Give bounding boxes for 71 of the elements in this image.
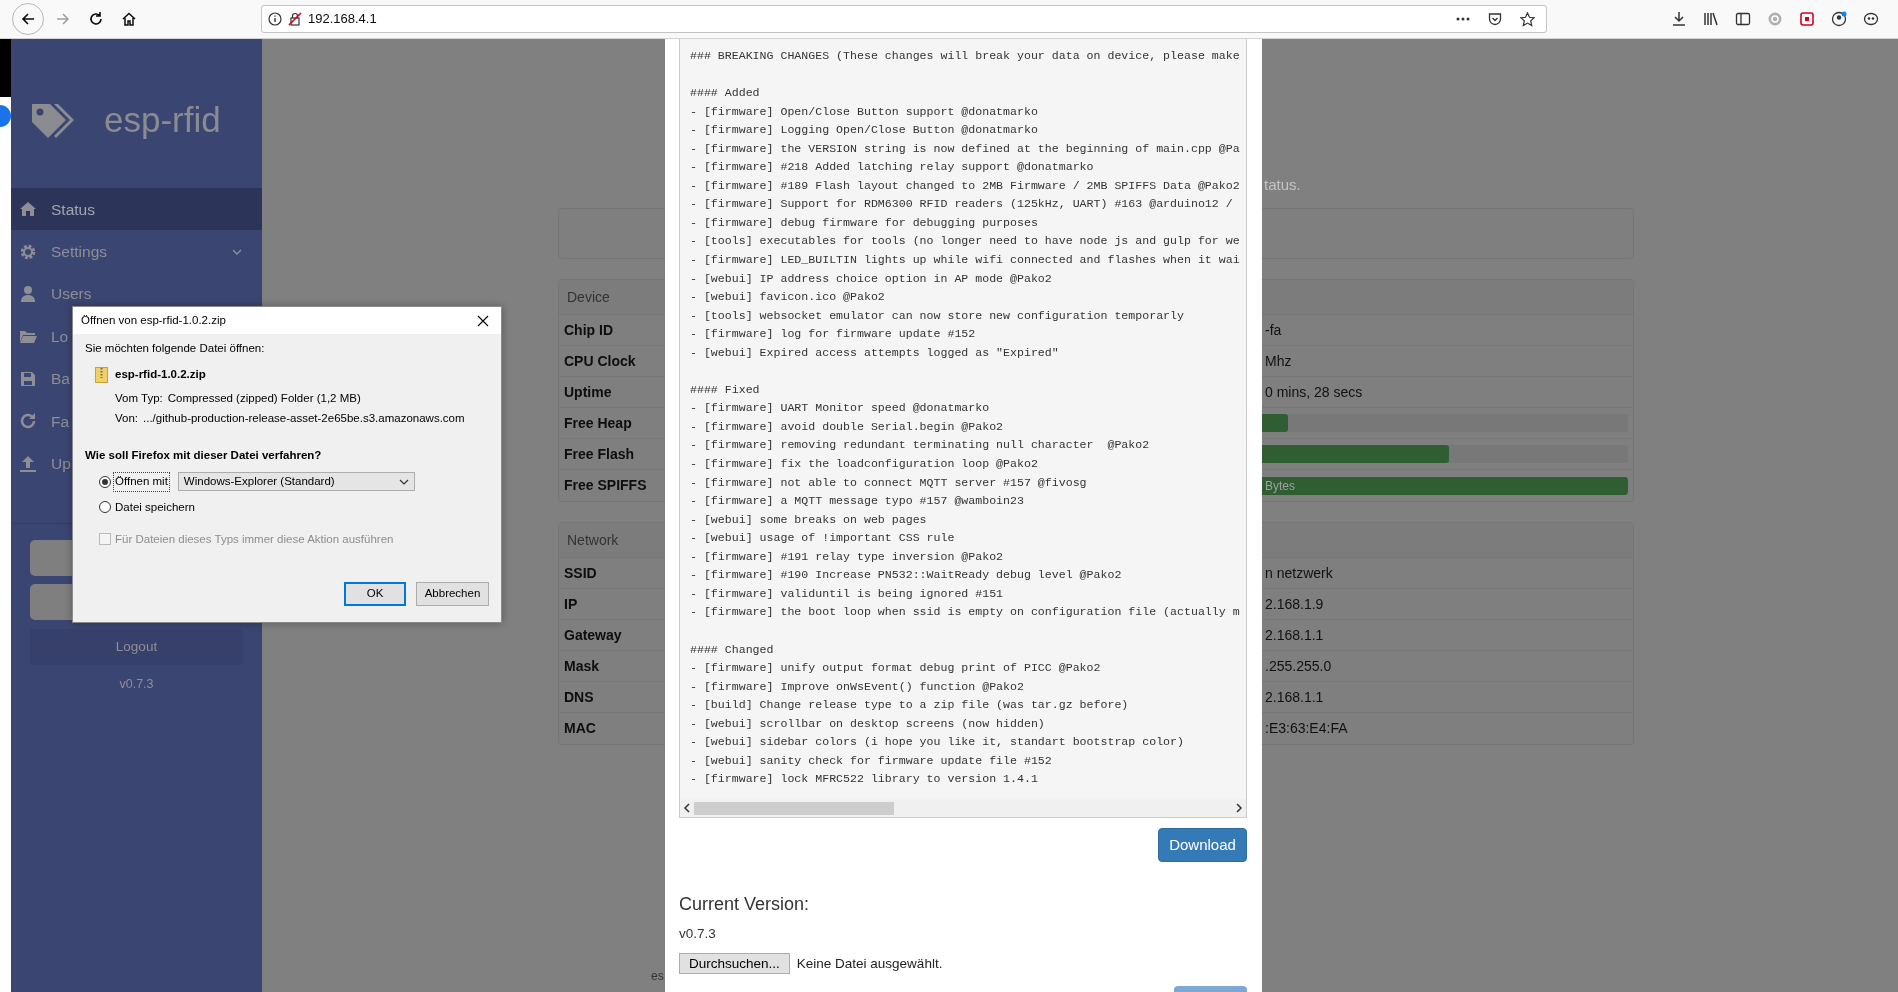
changelog-line: - [firmware] validuntil is being ignored #151: [690, 585, 1005, 602]
changelog-line: ### BREAKING CHANGES (These changes will break your data on device, please make: [690, 48, 1241, 64]
changelog-line: - [firmware] Improve onWsEvent() function @Pako2: [690, 678, 1025, 695]
changelog-line: - [webui] sidebar colors (i hope you like it, standart bootstrap color): [690, 734, 1185, 751]
row-label: CPU Clock: [563, 351, 637, 371]
row-label: Chip ID: [563, 320, 614, 340]
changelog-line: - [firmware] the VERSION string is now defined at the beginning of main.cpp @Pa: [690, 140, 1241, 157]
row-label: Gateway: [563, 625, 623, 645]
changelog-line: - [tools] executables for tools (no longer need to have node js and gulp for we: [690, 233, 1241, 250]
row-value: Mhz: [1265, 351, 1292, 371]
changelog-line: - [firmware] #189 Flash layout changed to 2MB Firmware / 2MB SPIFFS Data @Pako2: [690, 177, 1241, 194]
file-name: esp-rfid-1.0.2.zip: [115, 367, 206, 383]
changelog-line: - [webui] Expired access attempts logged as "Expired": [690, 344, 1060, 361]
version-text: v0.7.3: [118, 675, 155, 693]
field-label: Von:: [115, 410, 139, 426]
row-value: n netzwerk: [1265, 563, 1333, 583]
changelog-line: - [firmware] LED_BUILTIN lights up while wifi connected and flashes when it wai: [690, 252, 1241, 268]
changelog-line: - [webui] usage of !important CSS rule: [690, 530, 956, 547]
file-status-text: Keine Datei ausgewählt.: [796, 954, 943, 973]
row-label: IP: [563, 594, 579, 614]
dialog-title: Öffnen von esp-rfid-1.0.2.zip: [81, 312, 227, 328]
row-label: Free Flash: [563, 444, 636, 464]
changelog-line: - [firmware] not able to connect MQTT server #157 @fivosg: [690, 474, 1088, 491]
dialog-text: Sie möchten folgende Datei öffnen:: [85, 341, 266, 356]
changelog-heading: #### Changed: [690, 641, 775, 658]
row-value: 2.168.1.1: [1265, 625, 1324, 645]
changelog-line: - [build] Change release type to a zip file (was tar.gz before): [690, 697, 1130, 714]
subtitle-text: tatus.: [1264, 175, 1301, 195]
dialog-question: Wie soll Firefox mit dieser Datei verfahren?: [85, 448, 323, 463]
progress-label: Bytes: [1265, 477, 1295, 495]
field-label: Vom Typ:: [115, 390, 163, 406]
file-source: .../github-production-release-asset-2e65be.s3.amazonaws.com: [143, 410, 465, 426]
changelog-line: - [firmware] UART Monitor speed @donatmarko: [690, 400, 991, 417]
brand-name: esp-rfid: [104, 99, 221, 142]
changelog-line: - [firmware] log for firmware update #152: [690, 326, 977, 343]
changelog-line: - [firmware] debug firmware for debugging purposes: [690, 214, 1039, 231]
changelog-line: - [firmware] fix the loadconfiguration loop @Pako2: [690, 456, 1039, 473]
changelog-line: - [firmware] removing redundant terminating null character @Pako2: [690, 437, 1151, 454]
footer-text: es: [651, 968, 664, 985]
changelog-line: - [firmware] the boot loop when ssid is empty on configuration file (actually m: [690, 604, 1241, 621]
url-text: 192.168.4.1: [308, 10, 378, 29]
row-value: .255.255.0: [1265, 656, 1332, 676]
row-value: 0 mins, 28 secs: [1265, 382, 1363, 402]
changelog-line: - [webui] scrollbar on desktop screens (now hidden): [690, 715, 1046, 732]
changelog-line: - [firmware] #190 Increase PN532::WaitReady debug level @Pako2: [690, 567, 1123, 584]
changelog-line: - [firmware] Support for RDM6300 RFID readers (125kHz, UART) #163 @arduino12 /: [690, 196, 1234, 213]
changelog-line: - [firmware] lock MFRC522 library to version 1.4.1: [690, 771, 1039, 788]
row-label: Uptime: [563, 382, 613, 402]
changelog-line: - [firmware] a MQTT message typo #157 @wamboin23: [690, 493, 1025, 510]
changelog-line: - [firmware] Logging Open/Close Button @donatmarko: [690, 122, 1039, 139]
row-label: Free SPIFFS: [563, 476, 648, 495]
row-label: DNS: [563, 687, 595, 707]
row-value: :E3:63:E4:FA: [1265, 719, 1348, 738]
row-label: Mask: [563, 656, 601, 676]
changelog-line: - [firmware] unify output format debug print of PICC @Pako2: [690, 660, 1102, 677]
changelog-heading: #### Fixed: [690, 381, 761, 398]
file-type: Compressed (zipped) Folder (1,2 MB): [167, 390, 361, 406]
changelog-line: - [firmware] avoid double Serial.begin @Pako2: [690, 418, 1005, 435]
changelog-heading: #### Added: [690, 85, 761, 102]
row-value: 2.168.1.9: [1265, 594, 1324, 614]
row-value: 2.168.1.1: [1265, 687, 1324, 707]
changelog-line: - [firmware] #218 Added latching relay support @donatmarko: [690, 159, 1095, 176]
section-heading: Current Version:: [679, 893, 811, 915]
changelog-line: - [firmware] Open/Close Button support @donatmarko: [690, 103, 1039, 120]
row-label: MAC: [563, 719, 597, 738]
row-label: Free Heap: [563, 413, 633, 433]
version-text: v0.7.3: [679, 925, 717, 943]
changelog-line: - [webui] sanity check for firmware update file #152: [690, 752, 1053, 769]
row-value: -fa: [1265, 320, 1282, 340]
row-label: SSID: [563, 563, 598, 583]
changelog-line: - [webui] favicon.ico @Pako2: [690, 289, 886, 306]
